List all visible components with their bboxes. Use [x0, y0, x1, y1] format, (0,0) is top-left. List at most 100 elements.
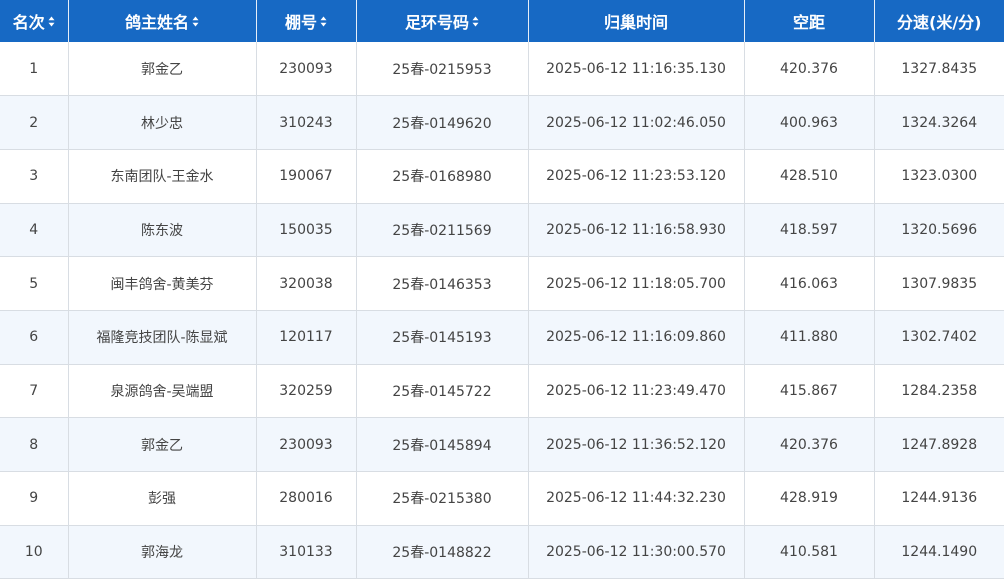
owner-name-cell: 福隆竞技团队-陈显斌 — [68, 310, 257, 365]
table-row: 4 陈东波 150035 25春-0211569 2025-06-12 11:16:58… — [0, 203, 1004, 258]
owner-name-cell: 郭金乙 — [68, 417, 257, 472]
column-header-label: 名次 — [12, 13, 45, 32]
column-header-arrival-time: 归巢时间 — [528, 0, 745, 42]
speed-cell: 1302.7402 — [874, 310, 1004, 365]
column-header-label: 鸽主姓名 — [124, 13, 189, 32]
sort-icon[interactable] — [48, 16, 55, 27]
column-header-distance: 空距 — [744, 0, 875, 42]
column-header-rank[interactable]: 名次 — [0, 0, 69, 42]
owner-name-cell: 彭强 — [68, 471, 257, 526]
owner-name-cell: 郭海龙 — [68, 525, 257, 579]
ring-number-cell: 25春-0215380 — [356, 471, 529, 526]
loft-number-cell: 150035 — [256, 203, 357, 258]
loft-number-cell: 320038 — [256, 256, 357, 311]
arrival-time-cell: 2025-06-12 11:36:52.120 — [528, 417, 745, 472]
ring-number-cell: 25春-0148822 — [356, 525, 529, 579]
rank-cell: 1 — [0, 42, 69, 97]
arrival-time-cell: 2025-06-12 11:02:46.050 — [528, 95, 745, 150]
rank-cell: 8 — [0, 417, 69, 472]
column-header-speed: 分速(米/分) — [874, 0, 1004, 42]
owner-name-cell: 东南团队-王金水 — [68, 149, 257, 204]
ranking-table: 名次 鸽主姓名 棚号 足环号码 归巢时间 空距 分速(米/分) 1 郭金乙 230093 25春-… — [0, 0, 1004, 579]
distance-cell: 415.867 — [744, 364, 875, 419]
column-header-content: 棚号 — [285, 9, 327, 33]
table-row: 10 郭海龙 310133 25春-0148822 2025-06-12 11:30:0… — [0, 525, 1004, 579]
rank-cell: 6 — [0, 310, 69, 365]
owner-name-cell: 闽丰鸽舍-黄美芬 — [68, 256, 257, 311]
table-row: 8 郭金乙 230093 25春-0145894 2025-06-12 11:36:52… — [0, 417, 1004, 472]
ring-number-cell: 25春-0145193 — [356, 310, 529, 365]
distance-cell: 428.510 — [744, 149, 875, 204]
owner-name-cell: 郭金乙 — [68, 42, 257, 97]
speed-cell: 1307.9835 — [874, 256, 1004, 311]
rank-cell: 2 — [0, 95, 69, 150]
distance-cell: 420.376 — [744, 42, 875, 97]
ring-number-cell: 25春-0211569 — [356, 203, 529, 258]
arrival-time-cell: 2025-06-12 11:18:05.700 — [528, 256, 745, 311]
loft-number-cell: 320259 — [256, 364, 357, 419]
rank-cell: 10 — [0, 525, 69, 579]
column-header-label: 棚号 — [284, 13, 317, 32]
speed-cell: 1320.5696 — [874, 203, 1004, 258]
distance-cell: 420.376 — [744, 417, 875, 472]
ring-number-cell: 25春-0168980 — [356, 149, 529, 204]
column-header-content: 空距 — [793, 9, 825, 33]
speed-cell: 1244.9136 — [874, 471, 1004, 526]
table-row: 1 郭金乙 230093 25春-0215953 2025-06-12 11:16:35… — [0, 42, 1004, 97]
column-header-label: 足环号码 — [404, 13, 469, 32]
column-header-content: 足环号码 — [405, 9, 479, 33]
rank-cell: 5 — [0, 256, 69, 311]
column-header-label: 分速(米/分) — [897, 13, 982, 32]
speed-cell: 1324.3264 — [874, 95, 1004, 150]
ring-number-cell: 25春-0215953 — [356, 42, 529, 97]
owner-name-cell: 林少忠 — [68, 95, 257, 150]
sort-icon[interactable] — [320, 16, 327, 27]
column-header-content: 鸽主姓名 — [125, 9, 199, 33]
table-row: 3 东南团队-王金水 190067 25春-0168980 2025-06-12 11:… — [0, 149, 1004, 204]
table-row: 5 闽丰鸽舍-黄美芬 320038 25春-0146353 2025-06-12 11:… — [0, 256, 1004, 311]
speed-cell: 1244.1490 — [874, 525, 1004, 579]
speed-cell: 1247.8928 — [874, 417, 1004, 472]
column-header-ring-number[interactable]: 足环号码 — [356, 0, 529, 42]
arrival-time-cell: 2025-06-12 11:23:49.470 — [528, 364, 745, 419]
speed-cell: 1327.8435 — [874, 42, 1004, 97]
rank-cell: 4 — [0, 203, 69, 258]
loft-number-cell: 230093 — [256, 42, 357, 97]
column-header-owner-name[interactable]: 鸽主姓名 — [68, 0, 257, 42]
arrival-time-cell: 2025-06-12 11:23:53.120 — [528, 149, 745, 204]
ring-number-cell: 25春-0146353 — [356, 256, 529, 311]
rank-cell: 3 — [0, 149, 69, 204]
distance-cell: 418.597 — [744, 203, 875, 258]
loft-number-cell: 310133 — [256, 525, 357, 579]
column-header-label: 归巢时间 — [603, 13, 668, 32]
table-body: 1 郭金乙 230093 25春-0215953 2025-06-12 11:16:35… — [0, 42, 1004, 579]
column-header-content: 分速(米/分) — [897, 9, 981, 33]
column-header-content: 名次 — [13, 9, 55, 33]
owner-name-cell: 陈东波 — [68, 203, 257, 258]
loft-number-cell: 280016 — [256, 471, 357, 526]
table-header: 名次 鸽主姓名 棚号 足环号码 归巢时间 空距 分速(米/分) — [0, 0, 1004, 42]
header-row: 名次 鸽主姓名 棚号 足环号码 归巢时间 空距 分速(米/分) — [0, 0, 1004, 42]
arrival-time-cell: 2025-06-12 11:16:35.130 — [528, 42, 745, 97]
rank-cell: 7 — [0, 364, 69, 419]
loft-number-cell: 310243 — [256, 95, 357, 150]
speed-cell: 1323.0300 — [874, 149, 1004, 204]
owner-name-cell: 泉源鸽舍-吴端盟 — [68, 364, 257, 419]
distance-cell: 411.880 — [744, 310, 875, 365]
column-header-label: 空距 — [792, 13, 825, 32]
ring-number-cell: 25春-0145722 — [356, 364, 529, 419]
sort-icon[interactable] — [472, 16, 479, 27]
column-header-loft-number[interactable]: 棚号 — [256, 0, 357, 42]
table-row: 6 福隆竞技团队-陈显斌 120117 25春-0145193 2025-06-12 1… — [0, 310, 1004, 365]
column-header-content: 归巢时间 — [604, 9, 668, 33]
speed-cell: 1284.2358 — [874, 364, 1004, 419]
rank-cell: 9 — [0, 471, 69, 526]
arrival-time-cell: 2025-06-12 11:30:00.570 — [528, 525, 745, 579]
loft-number-cell: 230093 — [256, 417, 357, 472]
distance-cell: 428.919 — [744, 471, 875, 526]
arrival-time-cell: 2025-06-12 11:16:58.930 — [528, 203, 745, 258]
sort-icon[interactable] — [192, 16, 199, 27]
arrival-time-cell: 2025-06-12 11:16:09.860 — [528, 310, 745, 365]
loft-number-cell: 120117 — [256, 310, 357, 365]
loft-number-cell: 190067 — [256, 149, 357, 204]
